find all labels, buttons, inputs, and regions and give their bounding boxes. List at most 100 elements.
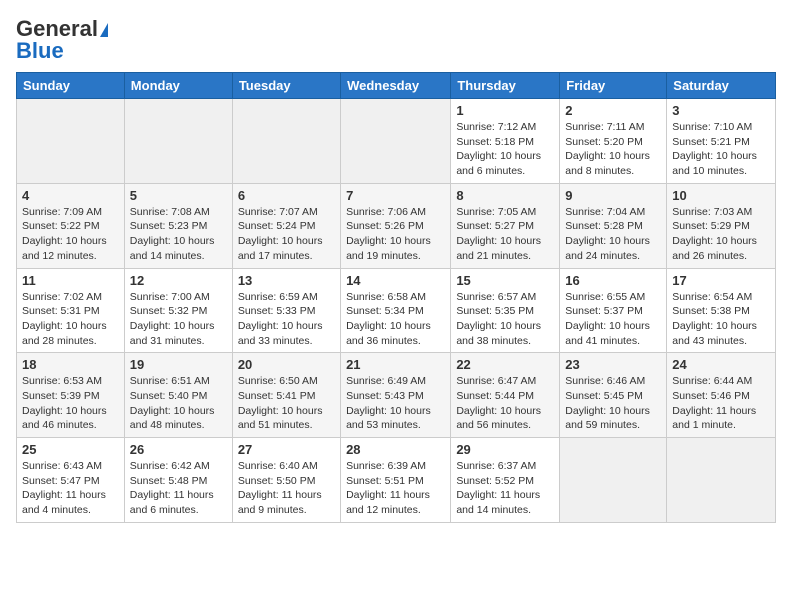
day-info: Sunrise: 6:58 AMSunset: 5:34 PMDaylight:… <box>346 290 445 349</box>
weekday-header-friday: Friday <box>560 73 667 99</box>
calendar-week-row: 11Sunrise: 7:02 AMSunset: 5:31 PMDayligh… <box>17 268 776 353</box>
day-info: Sunrise: 6:54 AMSunset: 5:38 PMDaylight:… <box>672 290 770 349</box>
day-info: Sunrise: 7:07 AMSunset: 5:24 PMDaylight:… <box>238 205 335 264</box>
calendar-cell: 1 Sunrise: 7:12 AMSunset: 5:18 PMDaylight… <box>451 99 560 184</box>
day-info: Sunrise: 7:05 AMSunset: 5:27 PMDaylight:… <box>456 205 554 264</box>
day-info: Sunrise: 6:39 AMSunset: 5:51 PMDaylight:… <box>346 459 445 518</box>
logo-blue-text: Blue <box>16 38 64 64</box>
calendar-cell: 27 Sunrise: 6:40 AMSunset: 5:50 PMDayligh… <box>232 438 340 523</box>
day-number: 6 <box>238 188 335 203</box>
calendar-cell: 2Sunrise: 7:11 AMSunset: 5:20 PMDaylight… <box>560 99 667 184</box>
calendar-cell: 5 Sunrise: 7:08 AMSunset: 5:23 PMDaylight… <box>124 183 232 268</box>
calendar-cell: 23 Sunrise: 6:46 AMSunset: 5:45 PMDayligh… <box>560 353 667 438</box>
weekday-header-sunday: Sunday <box>17 73 125 99</box>
day-number: 16 <box>565 273 661 288</box>
day-info: Sunrise: 6:59 AMSunset: 5:33 PMDaylight:… <box>238 290 335 349</box>
logo: General Blue <box>16 16 108 64</box>
calendar-header-row: SundayMondayTuesdayWednesdayThursdayFrid… <box>17 73 776 99</box>
calendar-cell: 6 Sunrise: 7:07 AMSunset: 5:24 PMDaylight… <box>232 183 340 268</box>
day-number: 21 <box>346 357 445 372</box>
calendar-cell <box>667 438 776 523</box>
calendar-cell: 19 Sunrise: 6:51 AMSunset: 5:40 PMDayligh… <box>124 353 232 438</box>
calendar-cell <box>124 99 232 184</box>
day-number: 19 <box>130 357 227 372</box>
calendar-cell: 7 Sunrise: 7:06 AMSunset: 5:26 PMDaylight… <box>341 183 451 268</box>
day-number: 28 <box>346 442 445 457</box>
day-info: Sunrise: 6:53 AMSunset: 5:39 PMDaylight:… <box>22 374 119 433</box>
calendar-cell: 26 Sunrise: 6:42 AMSunset: 5:48 PMDayligh… <box>124 438 232 523</box>
day-number: 22 <box>456 357 554 372</box>
calendar-cell <box>17 99 125 184</box>
weekday-header-tuesday: Tuesday <box>232 73 340 99</box>
day-number: 27 <box>238 442 335 457</box>
day-info: Sunrise: 6:49 AMSunset: 5:43 PMDaylight:… <box>346 374 445 433</box>
calendar-cell: 10Sunrise: 7:03 AMSunset: 5:29 PMDayligh… <box>667 183 776 268</box>
day-number: 14 <box>346 273 445 288</box>
calendar-cell: 24 Sunrise: 6:44 AMSunset: 5:46 PMDayligh… <box>667 353 776 438</box>
day-number: 13 <box>238 273 335 288</box>
day-info: Sunrise: 6:40 AMSunset: 5:50 PMDaylight:… <box>238 459 335 518</box>
day-number: 9 <box>565 188 661 203</box>
day-info: Sunrise: 7:02 AMSunset: 5:31 PMDaylight:… <box>22 290 119 349</box>
day-number: 12 <box>130 273 227 288</box>
calendar-cell: 12 Sunrise: 7:00 AMSunset: 5:32 PMDayligh… <box>124 268 232 353</box>
day-number: 8 <box>456 188 554 203</box>
weekday-header-saturday: Saturday <box>667 73 776 99</box>
day-number: 18 <box>22 357 119 372</box>
calendar-cell: 18 Sunrise: 6:53 AMSunset: 5:39 PMDayligh… <box>17 353 125 438</box>
day-info: Sunrise: 7:00 AMSunset: 5:32 PMDaylight:… <box>130 290 227 349</box>
calendar-cell: 13 Sunrise: 6:59 AMSunset: 5:33 PMDayligh… <box>232 268 340 353</box>
calendar-cell: 25 Sunrise: 6:43 AMSunset: 5:47 PMDayligh… <box>17 438 125 523</box>
weekday-header-monday: Monday <box>124 73 232 99</box>
day-info: Sunrise: 6:46 AMSunset: 5:45 PMDaylight:… <box>565 374 661 433</box>
day-info: Sunrise: 7:10 AMSunset: 5:21 PMDaylight:… <box>672 120 770 179</box>
logo-triangle-icon <box>100 23 108 37</box>
day-info: Sunrise: 7:08 AMSunset: 5:23 PMDaylight:… <box>130 205 227 264</box>
calendar-cell: 3 Sunrise: 7:10 AMSunset: 5:21 PMDaylight… <box>667 99 776 184</box>
calendar-cell <box>560 438 667 523</box>
day-number: 15 <box>456 273 554 288</box>
calendar-cell: 16 Sunrise: 6:55 AMSunset: 5:37 PMDayligh… <box>560 268 667 353</box>
day-number: 5 <box>130 188 227 203</box>
day-info: Sunrise: 6:50 AMSunset: 5:41 PMDaylight:… <box>238 374 335 433</box>
day-number: 25 <box>22 442 119 457</box>
calendar-week-row: 4Sunrise: 7:09 AMSunset: 5:22 PMDaylight… <box>17 183 776 268</box>
calendar-cell: 8 Sunrise: 7:05 AMSunset: 5:27 PMDaylight… <box>451 183 560 268</box>
day-number: 23 <box>565 357 661 372</box>
calendar-cell: 20 Sunrise: 6:50 AMSunset: 5:41 PMDayligh… <box>232 353 340 438</box>
day-info: Sunrise: 6:57 AMSunset: 5:35 PMDaylight:… <box>456 290 554 349</box>
day-info: Sunrise: 6:42 AMSunset: 5:48 PMDaylight:… <box>130 459 227 518</box>
weekday-header-thursday: Thursday <box>451 73 560 99</box>
day-number: 20 <box>238 357 335 372</box>
day-number: 7 <box>346 188 445 203</box>
day-info: Sunrise: 7:06 AMSunset: 5:26 PMDaylight:… <box>346 205 445 264</box>
day-number: 26 <box>130 442 227 457</box>
calendar-week-row: 18 Sunrise: 6:53 AMSunset: 5:39 PMDayligh… <box>17 353 776 438</box>
day-info: Sunrise: 6:44 AMSunset: 5:46 PMDaylight:… <box>672 374 770 433</box>
calendar-cell: 4Sunrise: 7:09 AMSunset: 5:22 PMDaylight… <box>17 183 125 268</box>
calendar-cell: 9 Sunrise: 7:04 AMSunset: 5:28 PMDaylight… <box>560 183 667 268</box>
day-info: Sunrise: 7:09 AMSunset: 5:22 PMDaylight:… <box>22 205 119 264</box>
calendar-cell: 29 Sunrise: 6:37 AMSunset: 5:52 PMDayligh… <box>451 438 560 523</box>
day-number: 29 <box>456 442 554 457</box>
day-number: 3 <box>672 103 770 118</box>
day-info: Sunrise: 6:47 AMSunset: 5:44 PMDaylight:… <box>456 374 554 433</box>
day-info: Sunrise: 6:51 AMSunset: 5:40 PMDaylight:… <box>130 374 227 433</box>
day-info: Sunrise: 7:12 AMSunset: 5:18 PMDaylight:… <box>456 120 554 179</box>
day-number: 2 <box>565 103 661 118</box>
day-info: Sunrise: 7:04 AMSunset: 5:28 PMDaylight:… <box>565 205 661 264</box>
day-info: Sunrise: 6:43 AMSunset: 5:47 PMDaylight:… <box>22 459 119 518</box>
calendar: SundayMondayTuesdayWednesdayThursdayFrid… <box>16 72 776 523</box>
calendar-cell: 21 Sunrise: 6:49 AMSunset: 5:43 PMDayligh… <box>341 353 451 438</box>
day-number: 24 <box>672 357 770 372</box>
calendar-cell: 11Sunrise: 7:02 AMSunset: 5:31 PMDayligh… <box>17 268 125 353</box>
day-number: 1 <box>456 103 554 118</box>
day-info: Sunrise: 6:55 AMSunset: 5:37 PMDaylight:… <box>565 290 661 349</box>
calendar-cell <box>232 99 340 184</box>
calendar-cell: 14 Sunrise: 6:58 AMSunset: 5:34 PMDayligh… <box>341 268 451 353</box>
day-info: Sunrise: 6:37 AMSunset: 5:52 PMDaylight:… <box>456 459 554 518</box>
calendar-week-row: 1 Sunrise: 7:12 AMSunset: 5:18 PMDaylight… <box>17 99 776 184</box>
calendar-week-row: 25 Sunrise: 6:43 AMSunset: 5:47 PMDayligh… <box>17 438 776 523</box>
calendar-cell: 17Sunrise: 6:54 AMSunset: 5:38 PMDayligh… <box>667 268 776 353</box>
calendar-cell: 15 Sunrise: 6:57 AMSunset: 5:35 PMDayligh… <box>451 268 560 353</box>
